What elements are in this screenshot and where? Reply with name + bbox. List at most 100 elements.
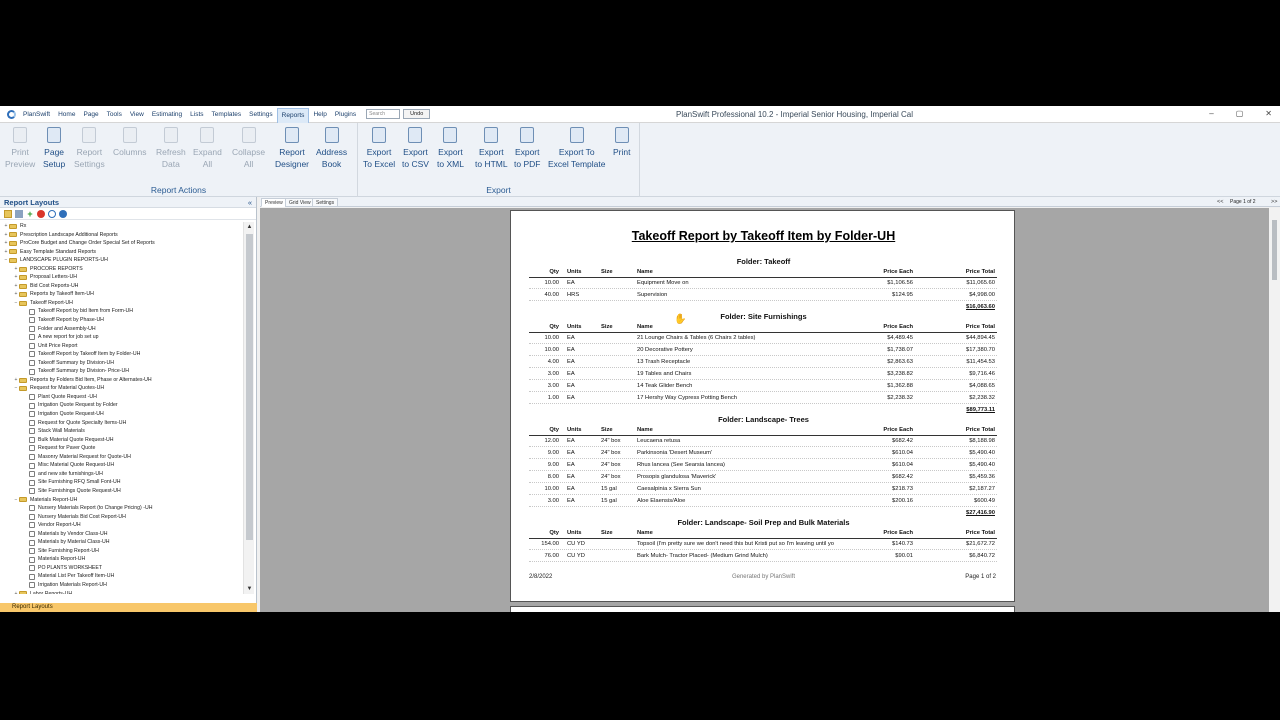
tree-report[interactable]: Takeoff Report by Phase-UH <box>0 316 243 325</box>
tab-preview[interactable]: Preview <box>261 198 287 207</box>
tree-folder[interactable]: + PROCORE REPORTS <box>0 265 243 274</box>
tree-folder[interactable]: + Reports by Folders Bid Item, Phase or A… <box>0 376 243 385</box>
tree-folder[interactable]: − Request for Material Quotes-UH <box>0 384 243 393</box>
tree-folder[interactable]: + Prescription Landscape Additional Repor… <box>0 231 243 240</box>
print-preview-button[interactable]: Print Preview <box>5 127 35 170</box>
menu-planswift[interactable]: PlanSwift <box>19 106 54 123</box>
tree-report[interactable]: Plant Quote Request -UH <box>0 393 243 402</box>
tree-folder[interactable]: + Easy Template Standard Reports <box>0 248 243 257</box>
tree-report[interactable]: Takeoff Report by Takeoff Item by Folder… <box>0 350 243 359</box>
scroll-down-arrow-icon[interactable]: ▼ <box>244 584 255 594</box>
tree-report[interactable]: Site Furnishings Quote Request-UH <box>0 487 243 496</box>
tab-settings[interactable]: Settings <box>312 198 339 207</box>
tree-report[interactable]: Material List Per Takeoff Item-UH <box>0 572 243 581</box>
minimize-button[interactable]: – <box>1209 109 1213 118</box>
search-input[interactable]: Search <box>366 109 401 119</box>
html-button[interactable]: Export to HTML <box>475 127 508 170</box>
tree-folder[interactable]: + Reports by Takeoff Item-UH <box>0 290 243 299</box>
cell-units: EA <box>567 371 575 377</box>
tree-folder[interactable]: + Proposal Letters-UH <box>0 273 243 282</box>
menu-page[interactable]: Page <box>79 106 102 123</box>
tree-folder[interactable]: + Labor Reports-UH <box>0 590 243 594</box>
tree-report[interactable]: Site Furnishing RFQ Small Font-UH <box>0 478 243 487</box>
open-folder-icon[interactable] <box>4 209 12 218</box>
tree-report[interactable]: Request for Quote Specialty Items-UH <box>0 419 243 428</box>
tree-folder[interactable]: + Bid Cost Reports-UH <box>0 282 243 291</box>
columns-button[interactable]: Columns <box>113 127 147 158</box>
menu-plugins[interactable]: Plugins <box>331 106 360 123</box>
expand-button[interactable]: Expand All <box>193 127 222 170</box>
delete-icon[interactable] <box>37 209 45 218</box>
xml-button[interactable]: Export to XML <box>437 127 464 170</box>
tree-folder[interactable]: + ProCore Budget and Change Order Special… <box>0 239 243 248</box>
tree-report[interactable]: Materials Report-UH <box>0 555 243 564</box>
panel-footer-tab[interactable]: Report Layouts <box>0 603 257 612</box>
menu-tools[interactable]: Tools <box>103 106 126 123</box>
tree-report[interactable]: Vendor Report-UH <box>0 521 243 530</box>
excel-button[interactable]: Export To Excel <box>363 127 395 170</box>
tree-report[interactable]: Irrigation Quote Request-UH <box>0 410 243 419</box>
save-icon[interactable] <box>15 209 23 218</box>
refresh-button[interactable]: Refresh Data <box>156 127 186 170</box>
tree-report[interactable]: Nursery Materials Report (to Change Pric… <box>0 504 243 513</box>
excel-template-button[interactable]: Export To Excel Template <box>548 127 605 170</box>
tree-report[interactable]: Takeoff Summary by Division- Price-UH <box>0 367 243 376</box>
cell-total: $5,459.36 <box>969 474 995 480</box>
tree-report[interactable]: PO PLANTS WORKSHEET <box>0 564 243 573</box>
tree-report[interactable]: Materials by Vendor Class-UH <box>0 530 243 539</box>
tab-grid-view[interactable]: Grid View <box>285 198 315 207</box>
tree-report[interactable]: Irrigation Quote Request by Folder <box>0 401 243 410</box>
planswift-logo-icon[interactable] <box>3 107 19 121</box>
address-book-button[interactable]: Address Book <box>316 127 347 170</box>
tree-report[interactable]: Stack Wall Materials <box>0 427 243 436</box>
menu-view[interactable]: View <box>126 106 148 123</box>
tree-report[interactable]: Masonry Material Request for Quote-UH <box>0 453 243 462</box>
tree-report[interactable]: and new site furnishings-UH <box>0 470 243 479</box>
tree-folder[interactable]: − Takeoff Report-UH <box>0 299 243 308</box>
report-designer-button[interactable]: Report Designer <box>275 127 309 170</box>
collapse-button[interactable]: Collapse All <box>232 127 265 170</box>
add-icon[interactable]: + <box>26 209 34 218</box>
tree-report[interactable]: Misc Material Quote Request-UH <box>0 461 243 470</box>
tree-report[interactable]: Irrigation Materials Report-UH <box>0 581 243 590</box>
tree-report[interactable]: Site Furnishing Report-UH <box>0 547 243 556</box>
scroll-up-arrow-icon[interactable]: ▲ <box>244 222 255 232</box>
preview-scroll-thumb[interactable] <box>1272 220 1277 280</box>
tree-folder[interactable]: + Rx <box>0 222 243 231</box>
tree-report[interactable]: Nursery Materials Bid Cost Report-UH <box>0 513 243 522</box>
printer-button[interactable]: Print <box>613 127 630 158</box>
menu-help[interactable]: Help <box>309 106 330 123</box>
preview-scrollbar[interactable] <box>1269 208 1280 612</box>
tree-scrollbar[interactable]: ▲ ▼ <box>243 222 254 594</box>
page-setup-button[interactable]: Page Setup <box>43 127 65 170</box>
tree-folder[interactable]: − LANDSCAPE PLUGIN REPORTS-UH <box>0 256 243 265</box>
csv-button[interactable]: Export to CSV <box>402 127 429 170</box>
prev-page-button[interactable]: << <box>1217 198 1223 206</box>
refresh-icon[interactable] <box>48 209 56 218</box>
tree-report[interactable]: Folder and Assembly-UH <box>0 325 243 334</box>
tree-report[interactable]: A new report for job set up <box>0 333 243 342</box>
pdf-button[interactable]: Export to PDF <box>514 127 540 170</box>
tree-report[interactable]: Bulk Material Quote Request-UH <box>0 436 243 445</box>
settings-gear-icon[interactable] <box>59 209 67 218</box>
tree-report[interactable]: Request for Paver Quote <box>0 444 243 453</box>
tree-report[interactable]: Takeoff Report by bid Item from Form-UH <box>0 307 243 316</box>
menu-lists[interactable]: Lists <box>186 106 207 123</box>
tree-report[interactable]: Materials by Material Class-UH <box>0 538 243 547</box>
undo-button[interactable]: Undo <box>403 109 431 119</box>
menu-settings[interactable]: Settings <box>245 106 277 123</box>
menu-home[interactable]: Home <box>54 106 79 123</box>
scroll-thumb[interactable] <box>246 234 253 540</box>
menu-templates[interactable]: Templates <box>208 106 246 123</box>
menu-estimating[interactable]: Estimating <box>148 106 186 123</box>
tree-report[interactable]: Takeoff Summary by Division-UH <box>0 359 243 368</box>
menu-reports[interactable]: Reports <box>276 107 310 123</box>
tree-folder[interactable]: − Materials Report-UH <box>0 496 243 505</box>
tree-report[interactable]: Unit Price Report <box>0 342 243 351</box>
collapse-panel-icon[interactable]: « <box>248 197 252 208</box>
report-preview[interactable]: Takeoff Report by Takeoff Item by Folder… <box>260 208 1269 612</box>
next-page-button[interactable]: >> <box>1271 198 1277 206</box>
close-button[interactable]: ✕ <box>1265 109 1272 118</box>
report-settings-button[interactable]: Report Settings <box>74 127 105 170</box>
maximize-button[interactable]: ▢ <box>1236 109 1244 118</box>
